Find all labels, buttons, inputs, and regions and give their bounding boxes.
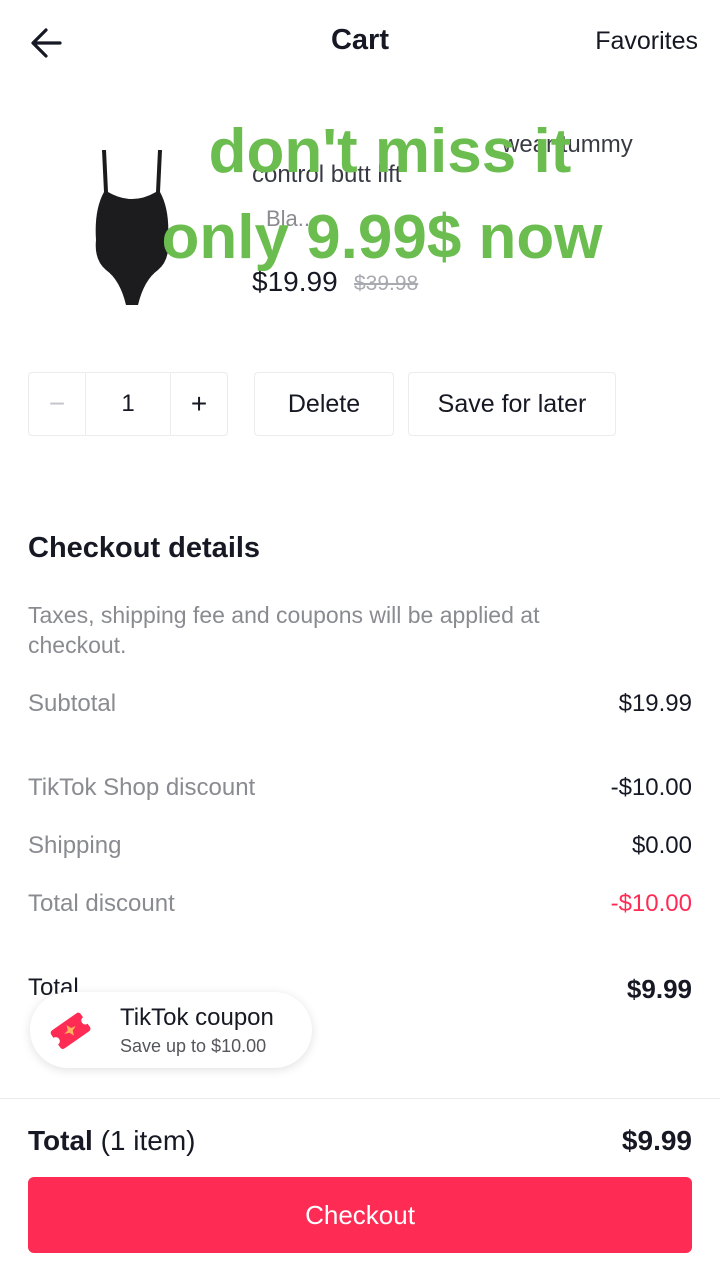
quantity-value: 1 [121,390,135,417]
product-price: $19.99 [252,266,338,297]
row-value: $9.99 [626,974,692,1004]
coupon-subtitle: Save up to $10.00 [120,1036,267,1056]
plus-icon[interactable]: + [170,373,227,435]
row-label: Shipping [28,832,122,859]
product-original-price: $39.98 [354,272,419,295]
item-count: (1 item) [100,1125,196,1156]
row-label: Total discount [28,890,175,917]
row-value: -$10.00 [610,774,692,801]
shop-discount-row: TikTok Shop discount -$10.00 [28,774,692,802]
row-label: TikTok Shop discount [28,774,256,801]
row-value: $19.99 [618,690,692,717]
coupon-title: TikTok coupon [120,1004,274,1031]
checkout-button[interactable]: Checkout [28,1177,692,1253]
favorites-link[interactable]: Favorites [595,27,698,56]
coupon-ticket-icon [46,1006,94,1054]
coupon-banner[interactable]: TikTok coupon Save up to $10.00 [30,992,312,1068]
product-variant[interactable]: Bla... [266,206,316,232]
subtotal-row: Subtotal $19.99 [28,690,692,718]
checkout-details-title: Checkout details [28,532,261,564]
row-label: Subtotal [28,690,117,717]
minus-icon[interactable]: − [29,373,86,435]
quantity-stepper: − 1 + [28,372,228,436]
save-for-later-button[interactable]: Save for later [408,372,616,436]
total-discount-row: Total discount -$10.00 [28,890,692,918]
row-value: $0.00 [631,832,692,859]
checkout-note: Taxes, shipping fee and coupons will be … [28,602,540,658]
header: Cart Favorites [0,0,720,84]
product-image[interactable] [84,140,180,310]
footer-total-label: Total (1 item) [28,1125,196,1157]
row-value: -$10.00 [610,890,692,917]
checkout-footer: Total (1 item) $9.99 Checkout [0,1098,720,1281]
footer-total-value: $9.99 [621,1125,692,1156]
product-title[interactable]: wear tummy control butt lift [252,130,692,190]
shipping-row: Shipping $0.00 [28,832,692,860]
total-label: Total [28,1125,93,1156]
delete-button[interactable]: Delete [254,372,394,436]
